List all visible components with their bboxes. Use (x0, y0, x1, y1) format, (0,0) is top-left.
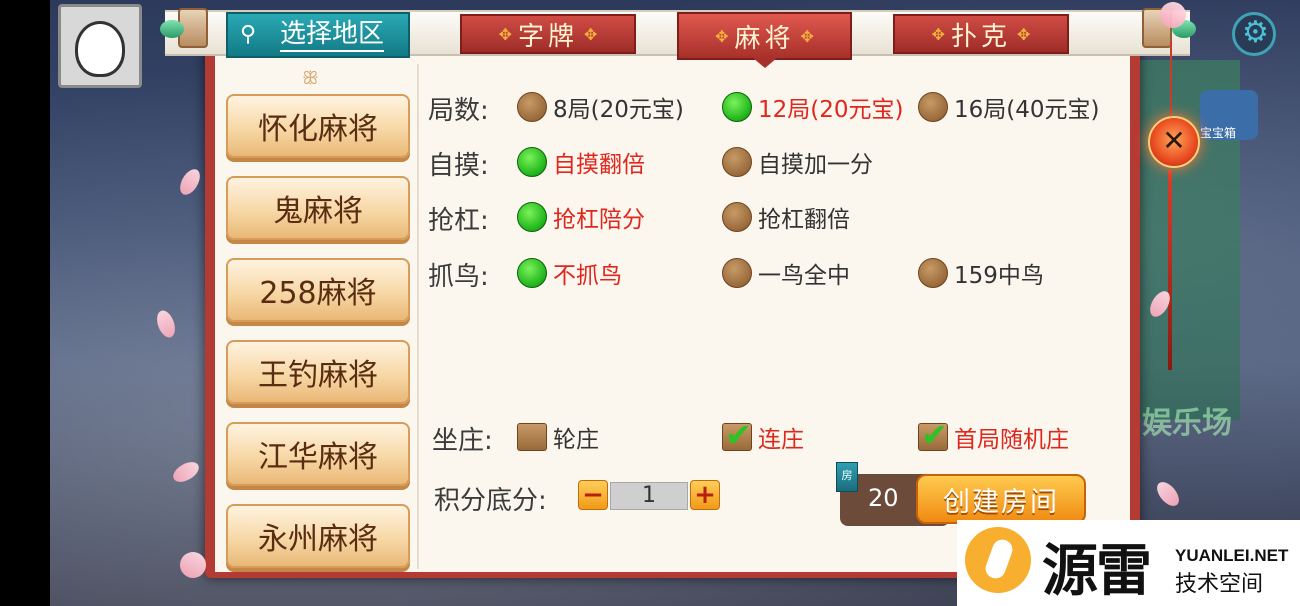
tab-zipai[interactable]: ✥ 字牌 ✥ (460, 14, 636, 54)
rob-kong-option-label: 抢杠翻倍 (758, 207, 850, 233)
checkbox (517, 423, 547, 451)
catch-bird-label: 抓鸟: (428, 262, 489, 292)
location-pin-icon: ⚲ (240, 22, 257, 47)
catch-bird-option-label: 159中鸟 (954, 263, 1044, 289)
lobby-entertainment-text: 娱乐场 (1142, 406, 1232, 441)
banker-option-rotate[interactable]: 轮庄 (517, 420, 599, 454)
banker-option-label: 首局随机庄 (954, 427, 1069, 453)
watermark-subtitle: 技术空间 (1175, 572, 1264, 597)
self-draw-option-label: 自摸加一分 (758, 152, 873, 178)
base-score-label: 积分底分: (434, 486, 547, 516)
bow-ornament-icon: ꕥ (302, 68, 319, 89)
gear-icon[interactable] (1232, 12, 1276, 56)
room-card-icon: 房 (836, 462, 858, 492)
radio-button (722, 147, 752, 177)
create-room-button[interactable]: 创建房间 (916, 474, 1086, 524)
rounds-label: 局数: (428, 96, 489, 126)
banker-option-label: 轮庄 (553, 427, 599, 453)
radio-button (517, 92, 547, 122)
radio-button (918, 258, 948, 288)
treasure-label: 宝宝箱 (1200, 126, 1237, 140)
avatar-face-icon (75, 21, 125, 77)
game-item-258[interactable]: 258麻将 (226, 258, 410, 322)
catch-bird-option-label: 不抓鸟 (553, 263, 622, 289)
rounds-option-label: 12局(20元宝) (758, 97, 904, 123)
game-item-jianghua[interactable]: 江华麻将 (226, 422, 410, 486)
banker-label: 坐庄: (432, 426, 493, 456)
banker-option-consecutive[interactable]: 连庄 (722, 416, 804, 454)
lantern-tassel (1168, 170, 1172, 370)
tab-majiang-label: 麻将 (734, 23, 795, 54)
catch-bird-option-none[interactable]: 不抓鸟 (517, 256, 622, 290)
decrement-button[interactable]: − (578, 480, 608, 510)
self-draw-label: 自摸: (428, 151, 489, 181)
player-avatar[interactable] (58, 4, 142, 88)
rob-kong-option-pay[interactable]: 抢杠陪分 (517, 200, 645, 234)
tab-puke[interactable]: ✥ 扑克 ✥ (893, 14, 1069, 54)
radio-button (722, 202, 752, 232)
banker-option-random-first[interactable]: 首局随机庄 (918, 416, 1069, 454)
checkbox-checked (722, 416, 752, 454)
radio-button (918, 92, 948, 122)
rounds-option-16[interactable]: 16局(40元宝) (918, 90, 1099, 124)
self-draw-option-plus-one[interactable]: 自摸加一分 (722, 145, 873, 179)
radio-button-selected (517, 202, 547, 232)
self-draw-option-double[interactable]: 自摸翻倍 (517, 145, 645, 179)
self-draw-option-label: 自摸翻倍 (553, 152, 645, 178)
tab-select-region-label: 选择地区 (280, 18, 385, 52)
game-item-wangdiao[interactable]: 王钓麻将 (226, 340, 410, 404)
rounds-option-12[interactable]: 12局(20元宝) (722, 90, 903, 124)
watermark-url: YUANLEI.NET (1175, 546, 1289, 565)
tab-ornament-icon: ✥ (498, 24, 512, 44)
game-item-huaihua[interactable]: 怀化麻将 (226, 94, 410, 158)
radio-button-selected (722, 92, 752, 122)
jade-ornament-left-icon (160, 20, 184, 38)
tab-select-region[interactable]: ⚲ 选择地区 (226, 12, 410, 58)
increment-button[interactable]: + (690, 480, 720, 510)
game-item-gui[interactable]: 鬼麻将 (226, 176, 410, 240)
tab-ornament-icon: ✥ (931, 24, 945, 44)
watermark-brand: 源雷 (1042, 538, 1152, 604)
radio-button (722, 258, 752, 288)
close-icon[interactable]: ✕ (1148, 116, 1200, 168)
rob-kong-option-label: 抢杠陪分 (553, 207, 645, 233)
watermark-logo-icon (965, 527, 1031, 593)
base-score-value: 1 (610, 482, 688, 510)
tab-ornament-icon: ✥ (584, 24, 598, 44)
game-item-yongzhou[interactable]: 永州麻将 (226, 504, 410, 568)
rob-kong-label: 抢杠: (428, 206, 489, 236)
rounds-option-label: 16局(40元宝) (954, 97, 1100, 123)
catch-bird-option-159[interactable]: 159中鸟 (918, 256, 1044, 290)
radio-button-selected (517, 258, 547, 288)
rounds-option-label: 8局(20元宝) (553, 97, 684, 123)
banker-option-label: 连庄 (758, 427, 804, 453)
rounds-option-8[interactable]: 8局(20元宝) (517, 90, 684, 124)
tab-zipai-label: 字牌 (517, 21, 578, 52)
rob-kong-option-double[interactable]: 抢杠翻倍 (722, 200, 850, 234)
checkbox-checked (918, 416, 948, 454)
tab-ornament-icon: ✥ (800, 26, 814, 46)
tab-ornament-icon: ✥ (715, 26, 729, 46)
catch-bird-option-label: 一鸟全中 (758, 263, 850, 289)
tab-majiang[interactable]: ✥ 麻将 ✥ (677, 12, 852, 68)
catch-bird-option-all[interactable]: 一鸟全中 (722, 256, 850, 290)
radio-button-selected (517, 147, 547, 177)
tab-ornament-icon: ✥ (1017, 24, 1031, 44)
base-score-stepper: − 1 + (578, 480, 720, 512)
tab-puke-label: 扑克 (950, 21, 1011, 52)
